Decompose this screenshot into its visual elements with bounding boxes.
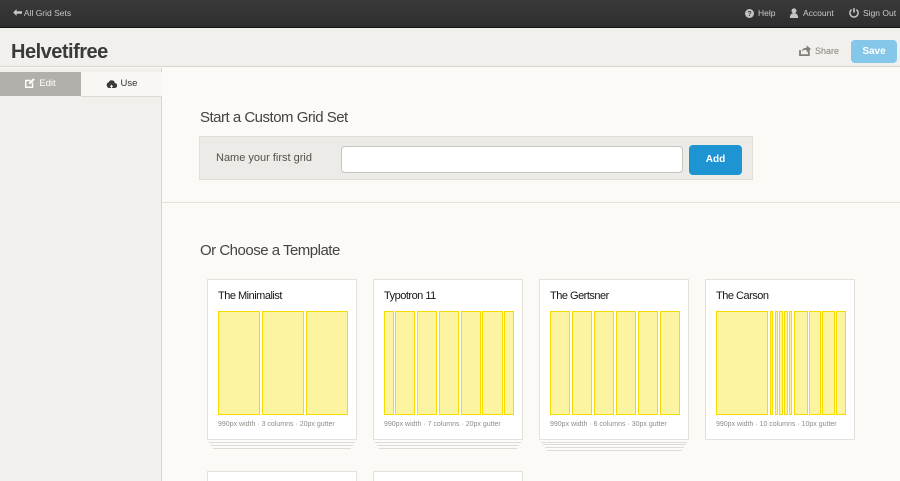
svg-text:?: ? xyxy=(747,11,751,18)
